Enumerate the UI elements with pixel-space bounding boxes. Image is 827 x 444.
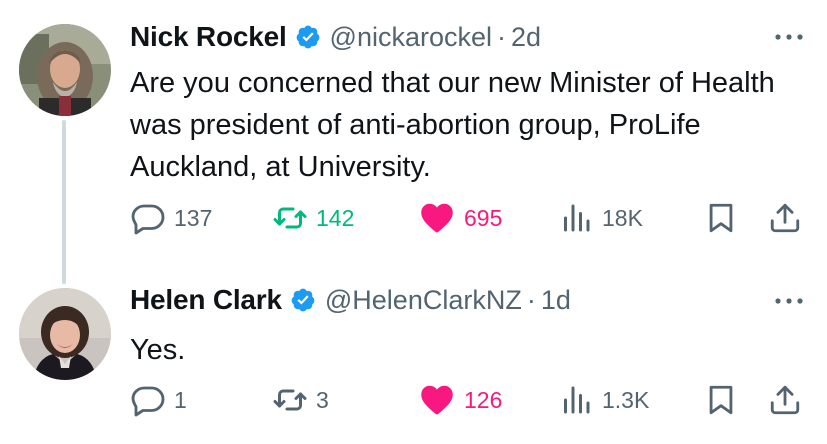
- heart-icon: [421, 203, 453, 233]
- separator-dot: ·: [526, 284, 536, 315]
- more-options-icon[interactable]: [773, 30, 805, 44]
- author-display-name[interactable]: Helen Clark: [130, 284, 282, 316]
- retweet-button[interactable]: 3: [272, 380, 329, 420]
- bookmark-button[interactable]: [704, 380, 738, 420]
- share-button[interactable]: [768, 380, 802, 420]
- tweet-nick-rockel[interactable]: Nick Rockel @nickarockel · 2d Are you co…: [0, 0, 827, 270]
- tweet-text: Yes.: [130, 334, 186, 366]
- retweet-button[interactable]: 142: [272, 198, 354, 238]
- tweet-actions: 1 3 126 1.3K: [130, 380, 807, 420]
- avatar[interactable]: [19, 24, 111, 116]
- avatar-photo-icon: [19, 24, 111, 116]
- verified-badge-icon: [290, 287, 316, 313]
- views-count: 1.3K: [602, 386, 650, 413]
- reply-icon: [131, 204, 165, 235]
- bookmark-icon: [709, 203, 733, 233]
- views-count: 18K: [602, 204, 643, 231]
- views-button[interactable]: 1.3K: [558, 380, 649, 420]
- bookmark-button[interactable]: [704, 198, 738, 238]
- views-button[interactable]: 18K: [558, 198, 643, 238]
- tweet-actions: 137 142 695 18K: [130, 198, 807, 238]
- avatar[interactable]: [19, 288, 111, 380]
- tweet-helen-clark[interactable]: Helen Clark @HelenClarkNZ · 1d Yes. 1 3: [0, 270, 827, 444]
- tweet-header: Helen Clark @HelenClarkNZ · 1d: [130, 283, 787, 317]
- reply-icon: [131, 386, 165, 417]
- retweet-count: 142: [316, 204, 355, 231]
- share-icon: [770, 203, 800, 233]
- like-count: 126: [464, 386, 503, 413]
- tweet-header: Nick Rockel @nickarockel · 2d: [130, 20, 787, 54]
- more-options-icon[interactable]: [773, 294, 805, 308]
- reply-button[interactable]: 137: [130, 198, 212, 238]
- tweet-timestamp[interactable]: 1d: [541, 285, 571, 316]
- like-button[interactable]: 695: [418, 198, 502, 238]
- avatar-photo-icon: [19, 288, 111, 380]
- author-display-name[interactable]: Nick Rockel: [130, 21, 287, 53]
- retweet-icon: [273, 207, 307, 229]
- bookmark-icon: [709, 385, 733, 415]
- like-button[interactable]: 126: [418, 380, 502, 420]
- reply-button[interactable]: 1: [130, 380, 187, 420]
- share-icon: [770, 385, 800, 415]
- author-handle[interactable]: @HelenClarkNZ: [325, 285, 522, 316]
- share-button[interactable]: [768, 198, 802, 238]
- tweet-timestamp[interactable]: 2d: [511, 22, 541, 53]
- reply-count: 137: [174, 204, 213, 231]
- verified-badge-icon: [295, 24, 321, 50]
- tweet-thread: Nick Rockel @nickarockel · 2d Are you co…: [0, 0, 827, 444]
- like-count: 695: [464, 204, 503, 231]
- author-handle[interactable]: @nickarockel: [330, 22, 492, 53]
- separator-dot: ·: [497, 21, 507, 52]
- reply-count: 1: [174, 386, 187, 413]
- views-chart-icon: [564, 204, 590, 232]
- heart-icon: [421, 385, 453, 415]
- views-chart-icon: [564, 386, 590, 414]
- retweet-count: 3: [316, 386, 329, 413]
- tweet-text: Are you concerned that our new Minister …: [130, 67, 775, 183]
- retweet-icon: [273, 389, 307, 411]
